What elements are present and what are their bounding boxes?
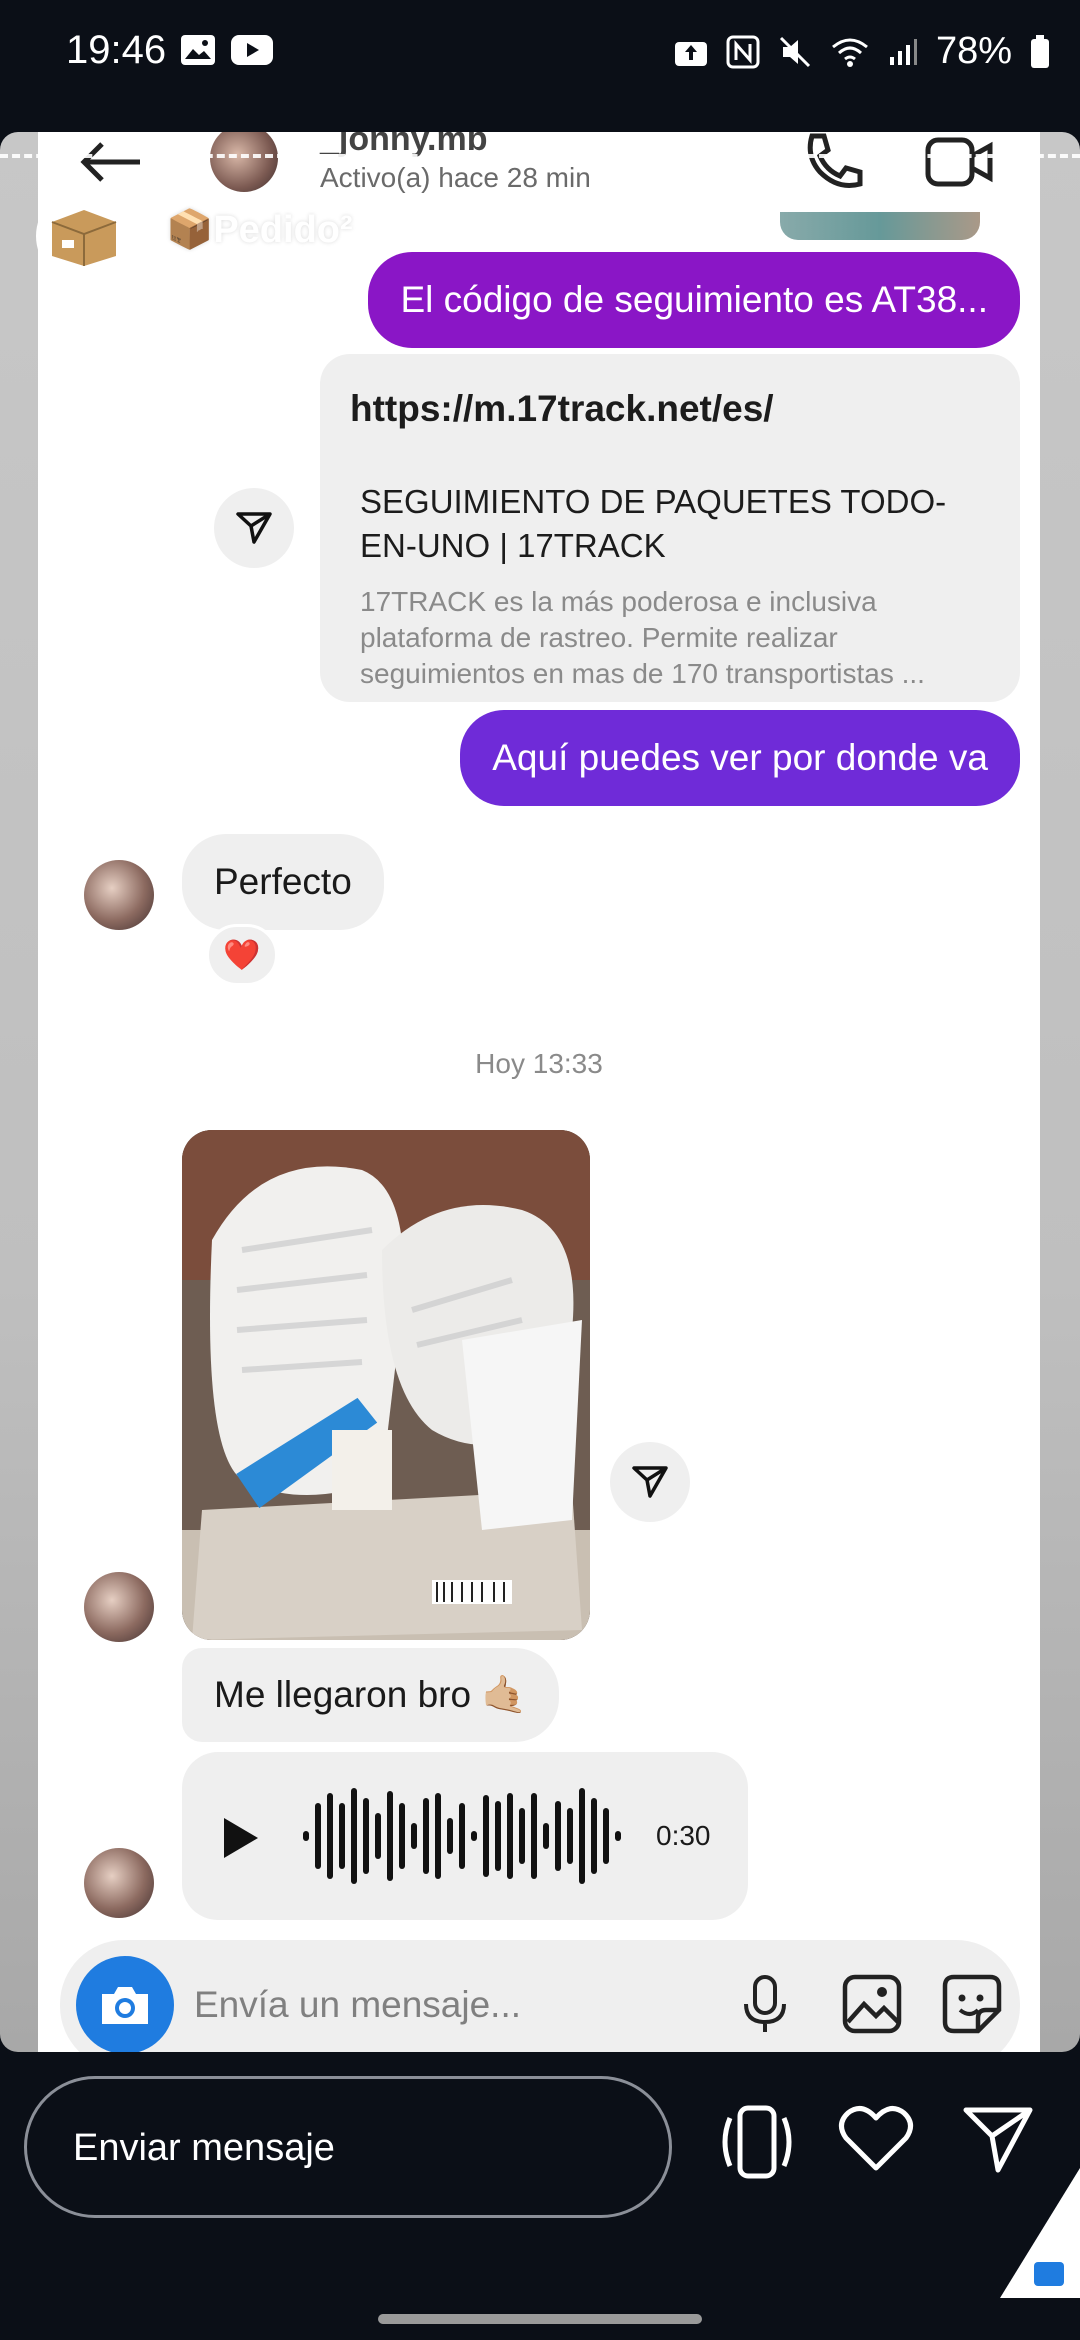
chat-screenshot: _jonny.mb Activo(a) hace 28 min El códig… bbox=[38, 132, 1040, 2052]
camera-icon bbox=[102, 1987, 148, 2024]
reply-input[interactable]: Enviar mensaje bbox=[24, 2076, 672, 2218]
gallery-icon[interactable] bbox=[842, 1974, 902, 2034]
rotate-device-icon[interactable] bbox=[716, 2104, 798, 2180]
video-icon bbox=[925, 137, 993, 187]
status-left-icons bbox=[180, 34, 274, 66]
message-input[interactable]: Envía un mensaje... bbox=[194, 1984, 521, 2026]
more-icon[interactable] bbox=[1004, 206, 1014, 257]
status-time: 19:46 bbox=[66, 28, 167, 72]
outgoing-message[interactable]: Aquí puedes ver por donde va bbox=[460, 710, 1020, 806]
link-preview-card[interactable]: https://m.17track.net/es/ SEGUIMIENTO DE… bbox=[320, 354, 1020, 702]
battery-icon bbox=[1031, 34, 1049, 68]
mic-icon[interactable] bbox=[740, 1974, 790, 2036]
nfc-icon bbox=[726, 35, 760, 68]
story-title: 📦Pedido² bbox=[166, 209, 353, 251]
heart-reaction: ❤️ bbox=[223, 938, 261, 972]
gallery-notification-icon bbox=[181, 35, 215, 65]
signal-icon bbox=[889, 38, 917, 65]
link-title: SEGUIMIENTO DE PAQUETES TODO-EN-UNO | 17… bbox=[360, 483, 947, 564]
story-header: 📦Pedido² 29 de abril bbox=[36, 188, 1036, 288]
folder-icon[interactable] bbox=[1034, 2262, 1064, 2286]
heart-icon[interactable] bbox=[838, 2104, 914, 2174]
upload-icon bbox=[674, 41, 707, 66]
back-arrow-icon bbox=[80, 142, 140, 182]
mute-icon bbox=[779, 36, 810, 67]
link-description: 17TRACK es la más poderosa e inclusiva p… bbox=[360, 586, 925, 689]
incoming-message[interactable]: Perfecto bbox=[182, 834, 384, 930]
send-icon[interactable] bbox=[962, 2104, 1034, 2174]
link-url[interactable]: https://m.17track.net/es/ bbox=[350, 388, 774, 430]
reply-placeholder: Enviar mensaje bbox=[73, 2127, 335, 2169]
phone-icon bbox=[807, 133, 863, 188]
voice-message[interactable]: 0:30 bbox=[182, 1752, 748, 1920]
share-icon bbox=[236, 512, 272, 544]
camera-button[interactable] bbox=[76, 1956, 174, 2052]
sticker-icon[interactable] bbox=[942, 1974, 1002, 2034]
voice-duration: 0:30 bbox=[656, 1820, 711, 1851]
story-thumbnail bbox=[780, 212, 980, 240]
shoes-photo-graphic bbox=[182, 1130, 590, 1640]
contact-avatar bbox=[84, 860, 154, 930]
chat-timestamp: Hoy 13:33 bbox=[475, 1048, 603, 1079]
waveform bbox=[303, 1788, 621, 1884]
shoes-photo[interactable] bbox=[182, 1130, 590, 1640]
wifi-icon bbox=[831, 38, 868, 67]
battery-percent: 78% bbox=[935, 30, 1012, 72]
story-progress-bar bbox=[0, 154, 1080, 158]
share-button[interactable] bbox=[610, 1442, 690, 1522]
package-icon bbox=[51, 210, 117, 266]
contact-avatar bbox=[84, 1848, 154, 1918]
share-button[interactable] bbox=[214, 488, 294, 568]
incoming-message[interactable]: Me llegaron bro 🤙🏼 bbox=[182, 1648, 560, 1742]
contact-avatar bbox=[84, 1572, 154, 1642]
reaction-badge[interactable]: ❤️ bbox=[206, 924, 278, 986]
contact-avatar bbox=[210, 132, 278, 192]
story-card[interactable]: _jonny.mb Activo(a) hace 28 min El códig… bbox=[0, 132, 1080, 2052]
message-composer: Envía un mensaje... bbox=[60, 1940, 1020, 2052]
story-date: 29 de abril bbox=[394, 210, 563, 251]
status-right-icons: 78% bbox=[674, 30, 1050, 73]
status-bar: 19:46 78% bbox=[0, 0, 1080, 80]
home-indicator[interactable] bbox=[378, 2314, 702, 2324]
story-reply-bar: Enviar mensaje bbox=[0, 2052, 1080, 2292]
play-icon[interactable] bbox=[218, 1814, 262, 1862]
story-avatar[interactable] bbox=[36, 188, 132, 284]
youtube-notification-icon bbox=[231, 35, 273, 65]
share-icon bbox=[632, 1466, 668, 1498]
